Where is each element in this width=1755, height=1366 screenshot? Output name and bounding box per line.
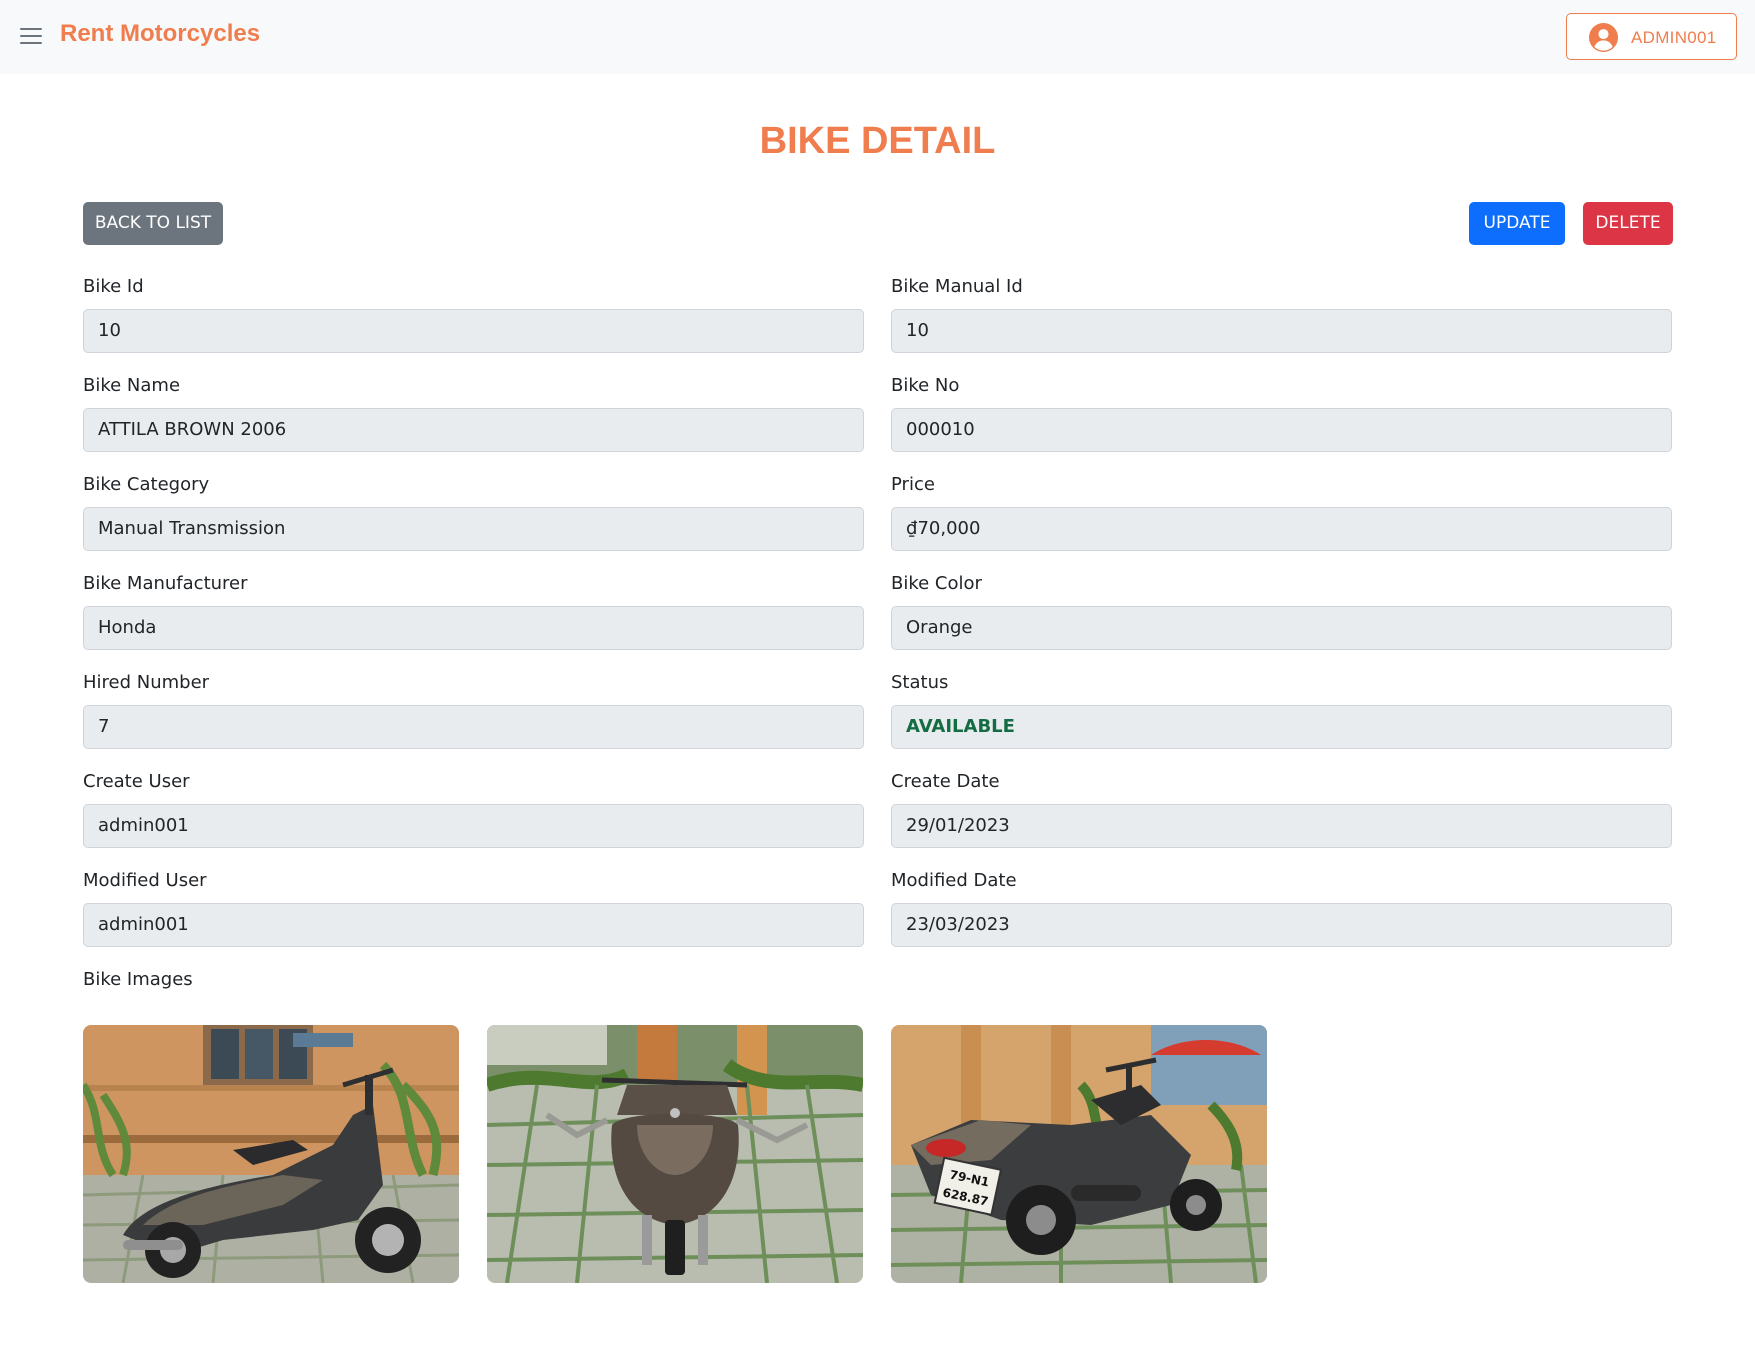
bike-manual-id-label: Bike Manual Id bbox=[891, 276, 1023, 297]
scooter-side-photo bbox=[83, 1025, 459, 1283]
bike-color-field: Orange bbox=[891, 606, 1672, 650]
price-label: Price bbox=[891, 474, 935, 495]
bike-color-label: Bike Color bbox=[891, 573, 982, 594]
bike-images-label: Bike Images bbox=[83, 969, 193, 990]
back-to-list-button[interactable]: BACK TO LIST bbox=[83, 202, 223, 245]
bike-image-rear[interactable]: 79-N1 628.87 bbox=[891, 1025, 1267, 1283]
price-field: ₫70,000 bbox=[891, 507, 1672, 551]
bike-manual-id-field: 10 bbox=[891, 309, 1672, 353]
create-user-label: Create User bbox=[83, 771, 190, 792]
page-title: BIKE DETAIL bbox=[759, 120, 996, 162]
create-user-field: admin001 bbox=[83, 804, 864, 848]
bike-name-field: ATTILA BROWN 2006 bbox=[83, 408, 864, 452]
create-date-label: Create Date bbox=[891, 771, 1000, 792]
bike-image-front[interactable] bbox=[487, 1025, 863, 1283]
bike-id-field: 10 bbox=[83, 309, 864, 353]
bike-image-side[interactable] bbox=[83, 1025, 459, 1283]
delete-button[interactable]: DELETE bbox=[1583, 202, 1673, 245]
hired-number-field: 7 bbox=[83, 705, 864, 749]
modified-user-field: admin001 bbox=[83, 903, 864, 947]
bike-no-label: Bike No bbox=[891, 375, 960, 396]
create-date-field: 29/01/2023 bbox=[891, 804, 1672, 848]
brand-title[interactable]: Rent Motorcycles bbox=[60, 20, 260, 48]
bike-name-label: Bike Name bbox=[83, 375, 181, 396]
modified-date-field: 23/03/2023 bbox=[891, 903, 1672, 947]
modified-date-label: Modified Date bbox=[891, 870, 1017, 891]
scooter-front-photo bbox=[487, 1025, 863, 1283]
status-badge: AVAILABLE bbox=[906, 716, 1015, 737]
bike-category-field: Manual Transmission bbox=[83, 507, 864, 551]
status-label: Status bbox=[891, 672, 949, 693]
user-circle-icon bbox=[1588, 22, 1619, 53]
menu-icon[interactable] bbox=[20, 27, 42, 45]
bike-id-label: Bike Id bbox=[83, 276, 144, 297]
status-field: AVAILABLE bbox=[891, 705, 1672, 749]
top-navbar: Rent Motorcycles ADMIN001 bbox=[0, 0, 1755, 74]
modified-user-label: Modified User bbox=[83, 870, 207, 891]
hired-number-label: Hired Number bbox=[83, 672, 210, 693]
bike-manufacturer-label: Bike Manufacturer bbox=[83, 573, 248, 594]
scooter-rear-photo: 79-N1 628.87 bbox=[891, 1025, 1267, 1283]
update-button[interactable]: UPDATE bbox=[1469, 202, 1565, 245]
bike-no-field: 000010 bbox=[891, 408, 1672, 452]
user-name-label: ADMIN001 bbox=[1631, 28, 1717, 47]
user-account-button[interactable]: ADMIN001 bbox=[1566, 13, 1737, 60]
bike-category-label: Bike Category bbox=[83, 474, 210, 495]
bike-manufacturer-field: Honda bbox=[83, 606, 864, 650]
